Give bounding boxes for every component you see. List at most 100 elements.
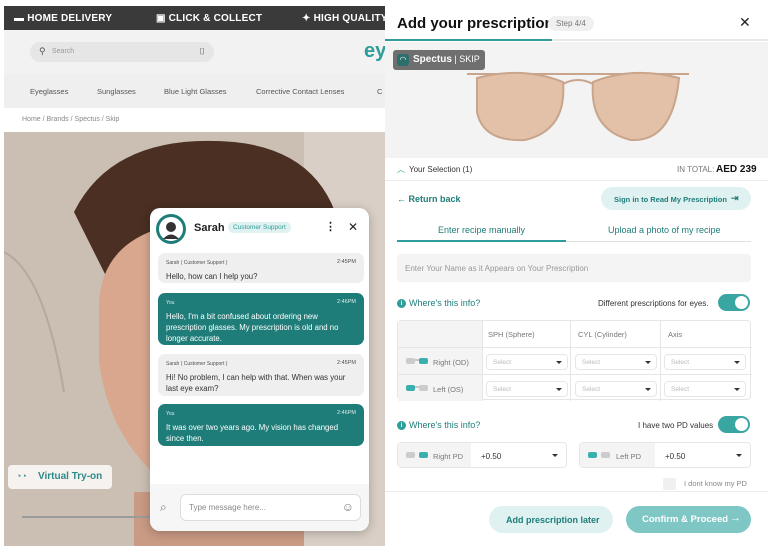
where-info-link-pd[interactable]: Where's this info?	[409, 420, 480, 430]
brand-name: Spectus	[413, 54, 452, 65]
dont-know-pd-label: I dont know my PD	[684, 479, 747, 488]
select-cyl-left[interactable]: Select	[575, 381, 657, 397]
message-text: Hello, I'm a bit confused about ordering…	[166, 312, 339, 343]
rx-row-right: Select Select Select	[482, 348, 752, 374]
message-sender: You	[166, 411, 175, 417]
info-icon: i	[397, 299, 406, 308]
sign-in-prescription-button[interactable]: Sign in to Read My Prescription ⇥	[601, 187, 751, 210]
select-axis-right[interactable]: Select	[664, 354, 746, 370]
two-pd-toggle[interactable]	[718, 416, 750, 433]
agent-avatar	[156, 214, 186, 244]
right-eye-icon	[406, 358, 428, 364]
nav-blue-light[interactable]: Blue Light Glasses	[164, 87, 227, 96]
right-pd-field[interactable]: Right PD +0.50	[397, 442, 567, 468]
camera-icon[interactable]: ⌷	[200, 46, 205, 57]
left-pd-field[interactable]: Left PD +0.50	[579, 442, 751, 468]
close-chat-icon[interactable]: ✕	[348, 220, 358, 234]
more-options-icon[interactable]: ⋮	[325, 220, 336, 233]
agent-role-badge: Customer Support	[228, 222, 291, 233]
chevron-down-icon	[552, 454, 558, 457]
select-sph-right[interactable]: Select	[486, 354, 568, 370]
arrow-right-icon: →	[730, 512, 741, 524]
close-icon[interactable]: ✕	[739, 14, 751, 31]
chat-message-input[interactable]: Type message here... ☺	[180, 494, 361, 521]
search-input[interactable]: ⚲ Search ⌷	[30, 42, 214, 62]
nav-eyeglasses[interactable]: Eyeglasses	[30, 87, 68, 96]
message-text: Hi! No problem, I can help with that. Wh…	[166, 373, 346, 393]
emoji-icon[interactable]: ☺	[342, 500, 354, 514]
store-logo[interactable]: ey	[364, 40, 385, 63]
different-rx-label: Different prescriptions for eyes.	[598, 299, 709, 308]
message-time: 2:45PM	[337, 360, 356, 366]
panel-title: Add your prescription	[397, 15, 554, 32]
divider	[385, 491, 768, 492]
dont-know-pd-checkbox[interactable]	[663, 478, 676, 490]
active-tab-indicator	[397, 240, 566, 242]
left-eye-icon	[588, 452, 610, 458]
sunglasses-image	[467, 71, 689, 142]
nav-contact-lenses[interactable]: Corrective Contact Lenses	[256, 87, 344, 96]
divider	[385, 180, 768, 181]
select-placeholder: Select	[671, 359, 690, 366]
left-eye-icon	[406, 385, 428, 391]
confirm-proceed-button[interactable]: Confirm & Proceed →	[626, 506, 751, 533]
select-axis-left[interactable]: Select	[664, 381, 746, 397]
where-info-link[interactable]: Where's this info?	[409, 298, 480, 308]
selection-summary[interactable]: Your Selection (1)	[409, 165, 472, 174]
left-pd-label: Left PD	[616, 452, 642, 461]
select-cyl-right[interactable]: Select	[575, 354, 657, 370]
message-time: 2:46PM	[337, 410, 356, 416]
step-indicator: Step 4/4	[548, 16, 594, 31]
progress-track	[385, 39, 768, 41]
attach-icon[interactable]: ⌕	[160, 500, 167, 515]
select-placeholder: Select	[671, 386, 690, 393]
different-rx-toggle[interactable]	[718, 294, 750, 311]
total-label: IN TOTAL:	[677, 165, 715, 174]
tab-underline	[566, 241, 751, 242]
select-placeholder: Select	[493, 386, 512, 393]
right-pd-label: Right PD	[433, 452, 464, 461]
promo-home-delivery: ▬ HOME DELIVERY	[14, 13, 113, 24]
name-input[interactable]: Enter Your Name as it Appears on Your Pr…	[397, 254, 751, 282]
virtual-tryon-button[interactable]: ◔◔ Virtual Try-on	[8, 465, 112, 489]
total-price: AED 239	[716, 164, 757, 175]
row-right-od: Right (OD)	[433, 358, 469, 367]
search-icon: ⚲	[39, 46, 46, 56]
prescription-panel: Add your prescription Step 4/4 ✕ ◠ Spect…	[385, 0, 768, 552]
chat-widget: Sarah Customer Support ⋮ ✕ Sarah ( Custo…	[150, 208, 369, 531]
promo-click-collect: ▣ CLICK & COLLECT	[156, 13, 263, 24]
chat-message: Sarah ( Customer Support ) 2:45PM Hello,…	[158, 253, 364, 283]
sign-in-label: Sign in to Read My Prescription	[614, 195, 727, 204]
name-placeholder: Enter Your Name as it Appears on Your Pr…	[405, 264, 589, 273]
nav-sunglasses[interactable]: Sunglasses	[97, 87, 136, 96]
glasses-icon: ◔◔	[16, 471, 27, 481]
col-cyl: CYL (Cylinder)	[578, 330, 627, 339]
store-nav: Eyeglasses Sunglasses Blue Light Glasses…	[4, 74, 385, 108]
message-sender: You	[166, 300, 175, 306]
chevron-down-icon	[736, 454, 742, 457]
add-later-label: Add prescription later	[506, 515, 600, 525]
store-header: ⚲ Search ⌷ ey	[4, 30, 385, 74]
info-icon: i	[397, 421, 406, 430]
tab-upload-photo[interactable]: Upload a photo of my recipe	[608, 225, 721, 235]
confirm-label: Confirm & Proceed	[642, 514, 729, 525]
tab-enter-manually[interactable]: Enter recipe manually	[438, 225, 525, 235]
message-sender: Sarah ( Customer Support )	[166, 260, 228, 266]
nav-more[interactable]: C	[377, 87, 382, 96]
breadcrumb: Home / Brands / Spectus / Skip	[22, 116, 120, 123]
select-sph-left[interactable]: Select	[486, 381, 568, 397]
return-back-label: Return back	[408, 194, 461, 204]
return-back-link[interactable]: ← Return back	[397, 194, 461, 204]
select-placeholder: Select	[582, 386, 601, 393]
product-image-area: ◠ Spectus | SKIP	[385, 42, 768, 158]
right-eye-icon	[406, 452, 428, 458]
message-sender: Sarah ( Customer Support )	[166, 361, 228, 367]
col-sph: SPH (Sphere)	[488, 330, 535, 339]
chat-message: You 2:46PM Hello, I'm a bit confused abo…	[158, 293, 364, 345]
search-placeholder: Search	[52, 48, 75, 55]
sign-in-icon: ⇥	[731, 193, 739, 203]
promo-bar: ▬ HOME DELIVERY ▣ CLICK & COLLECT ✦ HIGH…	[4, 6, 385, 30]
add-later-button[interactable]: Add prescription later	[489, 506, 613, 533]
left-pd-value: +0.50	[665, 452, 686, 461]
collapse-chevron-icon[interactable]: ︿	[397, 164, 405, 175]
